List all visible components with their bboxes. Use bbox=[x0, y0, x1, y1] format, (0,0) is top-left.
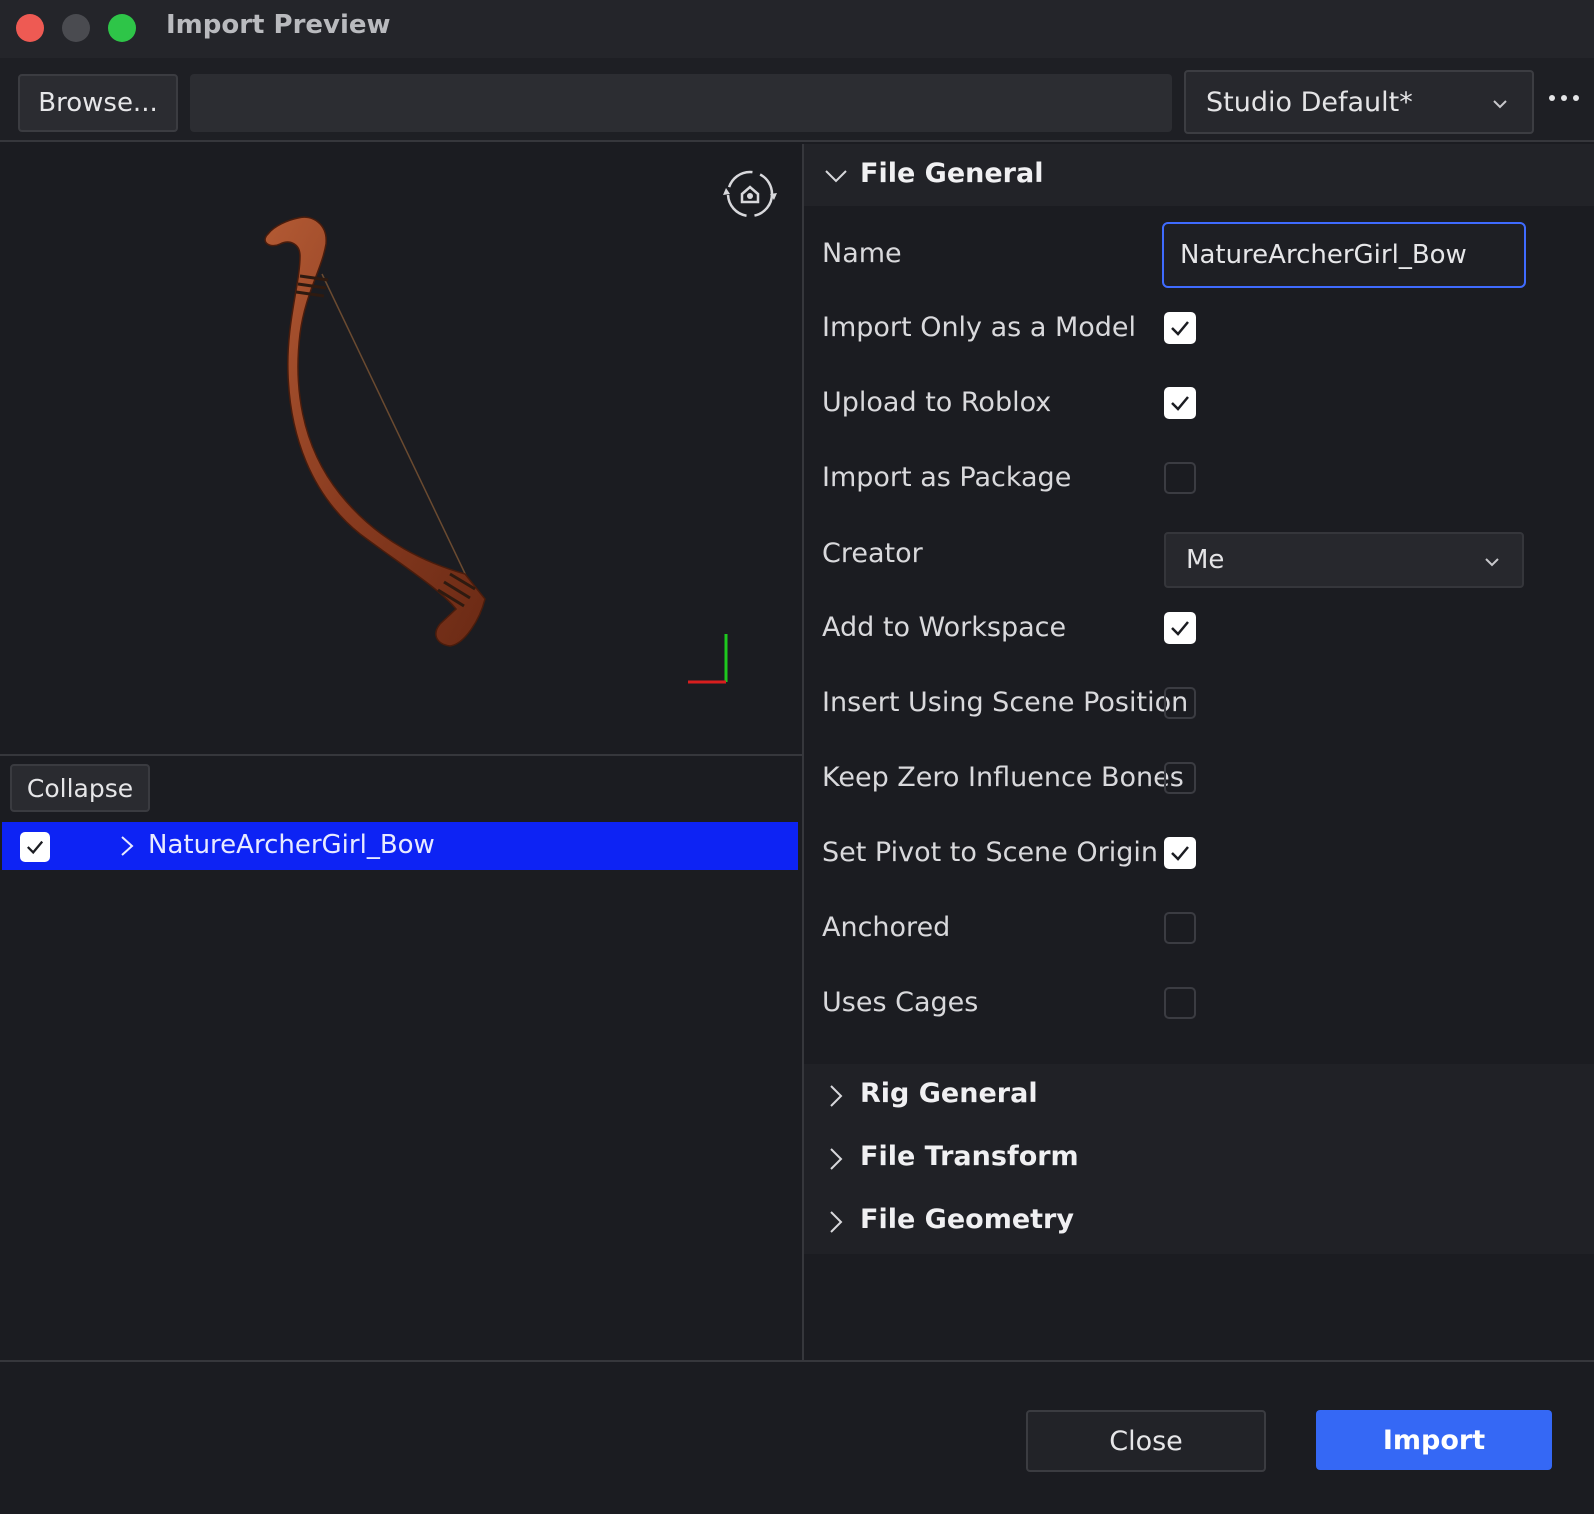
add-to-workspace-checkbox[interactable] bbox=[1164, 612, 1196, 644]
check-icon bbox=[1171, 321, 1189, 336]
import-as-package-checkbox[interactable] bbox=[1164, 462, 1196, 494]
preset-dropdown[interactable]: Studio Default* bbox=[1184, 70, 1534, 134]
tree-item-label: NatureArcherGirl_Bow bbox=[148, 830, 435, 860]
check-icon bbox=[27, 840, 44, 855]
section-title: File Transform bbox=[860, 1141, 1079, 1172]
section-file-general[interactable]: File General bbox=[804, 144, 1594, 206]
chevron-down-icon bbox=[825, 170, 847, 183]
chevron-right-icon bbox=[830, 1085, 843, 1107]
file-path-field[interactable] bbox=[190, 74, 1172, 132]
model-preview-viewport[interactable] bbox=[0, 144, 804, 754]
import-button[interactable]: Import bbox=[1316, 1410, 1552, 1470]
upload-to-roblox-checkbox[interactable] bbox=[1164, 387, 1196, 419]
name-label: Name bbox=[822, 238, 902, 269]
import-only-as-model-checkbox[interactable] bbox=[1164, 312, 1196, 344]
title-bar: Import Preview bbox=[0, 0, 1594, 58]
dialog-footer: Close Import bbox=[0, 1360, 1594, 1514]
close-window-button[interactable] bbox=[16, 14, 44, 42]
checkbox-label: Insert Using Scene Position bbox=[822, 687, 1189, 718]
section-title: File General bbox=[860, 158, 1044, 189]
window-title: Import Preview bbox=[166, 10, 391, 40]
tree-item-selected[interactable]: NatureArcherGirl_Bow bbox=[2, 822, 798, 870]
section-file-transform[interactable]: File Transform bbox=[804, 1127, 1594, 1189]
section-title: Rig General bbox=[860, 1078, 1038, 1109]
chevron-down-icon bbox=[1485, 558, 1499, 567]
axis-gizmo-icon bbox=[688, 634, 728, 684]
set-pivot-to-scene-origin-checkbox[interactable] bbox=[1164, 837, 1196, 869]
more-options-icon[interactable] bbox=[1546, 86, 1582, 110]
creator-value: Me bbox=[1186, 545, 1225, 575]
creator-dropdown[interactable]: Me bbox=[1164, 532, 1524, 588]
anchored-checkbox[interactable] bbox=[1164, 912, 1196, 944]
section-title: File Geometry bbox=[860, 1204, 1074, 1235]
checkbox-label: Import as Package bbox=[822, 462, 1072, 493]
checkbox-label: Add to Workspace bbox=[822, 612, 1067, 643]
checkbox-label: Upload to Roblox bbox=[822, 387, 1052, 418]
checkbox-label: Uses Cages bbox=[822, 987, 979, 1018]
section-rig-general[interactable]: Rig General bbox=[804, 1064, 1594, 1126]
maximize-window-button[interactable] bbox=[108, 14, 136, 42]
check-icon bbox=[1171, 396, 1189, 411]
preset-value: Studio Default* bbox=[1206, 87, 1413, 118]
toolbar: Browse... Studio Default* bbox=[0, 58, 1594, 142]
uses-cages-checkbox[interactable] bbox=[1164, 987, 1196, 1019]
keep-zero-influence-bones-checkbox[interactable] bbox=[1164, 762, 1196, 794]
hierarchy-tree: Collapse NatureArcherGirl_Bow bbox=[0, 754, 804, 1360]
tree-item-checkbox[interactable] bbox=[20, 832, 50, 862]
camera-orbit-icon[interactable] bbox=[720, 164, 780, 224]
checkbox-label: Keep Zero Influence Bones bbox=[822, 762, 1184, 793]
properties-panel: File General Name Import Only as a Model… bbox=[804, 144, 1594, 1360]
insert-using-scene-position-checkbox[interactable] bbox=[1164, 687, 1196, 719]
chevron-right-icon bbox=[830, 1211, 843, 1233]
chevron-right-icon[interactable] bbox=[118, 834, 136, 858]
chevron-right-icon bbox=[830, 1148, 843, 1170]
checkbox-label: Import Only as a Model bbox=[822, 312, 1137, 343]
checkbox-label: Set Pivot to Scene Origin bbox=[822, 837, 1158, 868]
checkbox-label: Anchored bbox=[822, 912, 951, 943]
creator-label: Creator bbox=[822, 538, 923, 569]
close-button[interactable]: Close bbox=[1026, 1410, 1266, 1472]
section-file-geometry[interactable]: File Geometry bbox=[804, 1190, 1594, 1252]
check-icon bbox=[1171, 621, 1189, 636]
check-icon bbox=[1171, 846, 1189, 861]
name-input[interactable] bbox=[1162, 222, 1526, 288]
minimize-window-button[interactable] bbox=[62, 14, 90, 42]
bow-model-image bbox=[264, 216, 486, 647]
collapse-button[interactable]: Collapse bbox=[10, 764, 150, 812]
chevron-down-icon bbox=[1493, 100, 1507, 109]
browse-button[interactable]: Browse... bbox=[18, 74, 178, 132]
